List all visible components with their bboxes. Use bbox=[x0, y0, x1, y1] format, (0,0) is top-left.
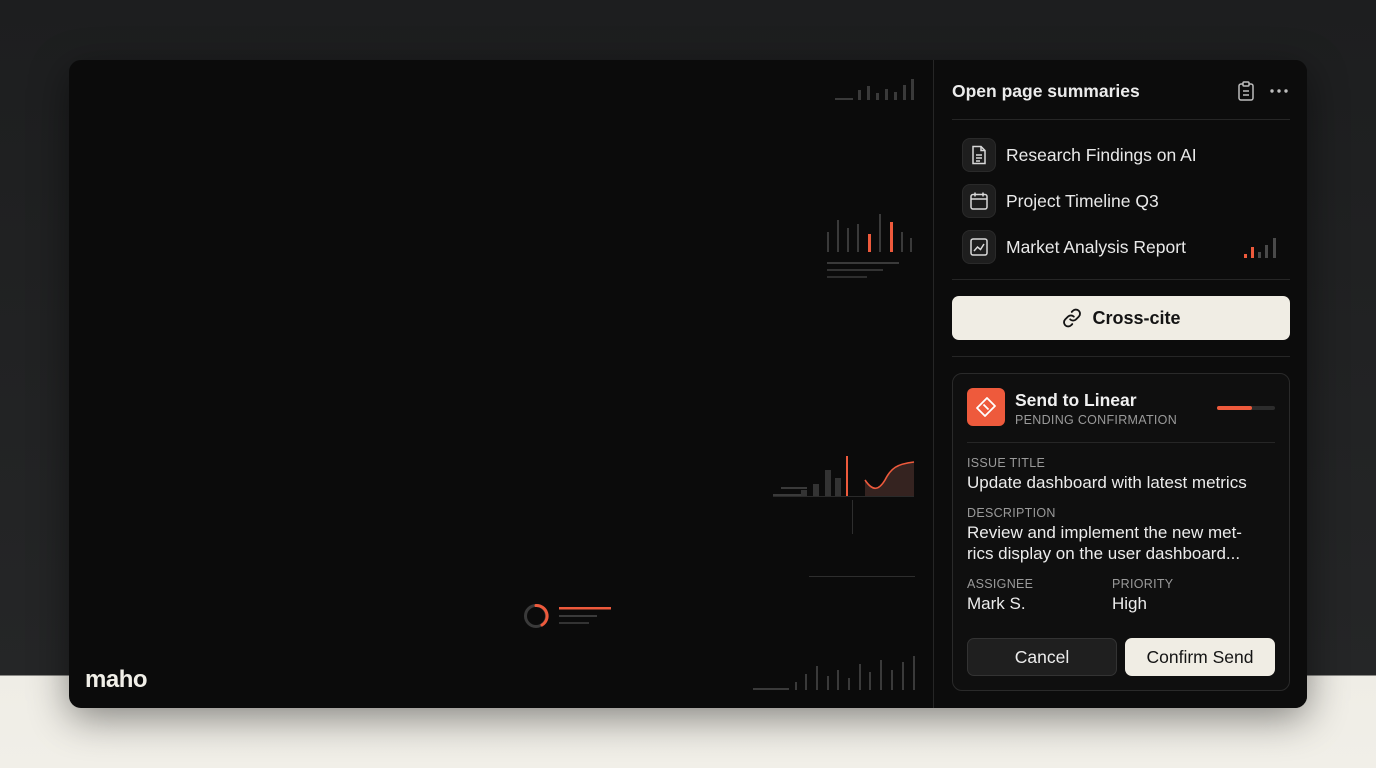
chart-icon bbox=[962, 230, 996, 264]
summary-list: Research Findings on AI Project Timeline… bbox=[962, 132, 1292, 270]
priority-label: PRIORITY bbox=[1112, 577, 1174, 591]
summary-item-market[interactable]: Market Analysis Report bbox=[962, 224, 1292, 270]
decorative-bars-bottom bbox=[753, 656, 915, 690]
send-to-linear-card: Send to Linear PENDING CONFIRMATION ISSU… bbox=[952, 373, 1290, 691]
description-line-1: Review and implement the new met- bbox=[967, 523, 1242, 542]
confirm-send-button[interactable]: Confirm Send bbox=[1125, 638, 1275, 676]
panel-title: Open page summaries bbox=[952, 81, 1140, 101]
assignee-value: Mark S. bbox=[967, 594, 1026, 613]
ticket-icon bbox=[967, 388, 1005, 426]
description-line-2: rics display on the user dashboard... bbox=[967, 544, 1241, 563]
decorative-bars-middle bbox=[827, 214, 912, 278]
decorative-area-chart bbox=[773, 456, 915, 534]
clipboard-icon[interactable] bbox=[1235, 80, 1257, 102]
brand-logo: maho bbox=[85, 666, 148, 693]
cross-cite-button[interactable]: Cross-cite bbox=[952, 296, 1290, 340]
side-panel: Open page summaries Research Findings on… bbox=[933, 60, 1307, 708]
link-icon bbox=[1063, 308, 1082, 328]
priority-value: High bbox=[1112, 594, 1147, 613]
panel-header: Open page summaries bbox=[952, 78, 1290, 120]
decorative-line bbox=[809, 576, 915, 577]
summary-label: Market Analysis Report bbox=[1006, 236, 1186, 257]
more-icon[interactable] bbox=[1268, 80, 1290, 102]
app-window: maho Open page summaries Research Findin… bbox=[69, 60, 1307, 708]
divider bbox=[952, 279, 1290, 280]
decorative-spinner bbox=[524, 604, 611, 628]
summary-item-timeline[interactable]: Project Timeline Q3 bbox=[962, 178, 1292, 224]
calendar-icon bbox=[962, 184, 996, 218]
linear-status: PENDING CONFIRMATION bbox=[1015, 413, 1178, 427]
cancel-button[interactable]: Cancel bbox=[967, 638, 1117, 676]
summary-label: Research Findings on AI bbox=[1006, 144, 1197, 165]
decorative-bars-top bbox=[835, 79, 914, 100]
divider bbox=[967, 442, 1275, 443]
issue-title-value: Update dashboard with latest metrics bbox=[967, 473, 1247, 492]
main-canvas: maho bbox=[69, 60, 933, 708]
progress-fill bbox=[1217, 406, 1252, 410]
progress-bar bbox=[1217, 406, 1275, 410]
cross-cite-label: Cross-cite bbox=[1092, 307, 1181, 328]
summary-item-research[interactable]: Research Findings on AI bbox=[962, 132, 1292, 178]
issue-title-label: ISSUE TITLE bbox=[967, 456, 1046, 470]
divider bbox=[952, 356, 1290, 357]
description-label: DESCRIPTION bbox=[967, 506, 1056, 520]
mini-bars-icon bbox=[1244, 238, 1276, 258]
document-icon bbox=[962, 138, 996, 172]
assignee-label: ASSIGNEE bbox=[967, 577, 1034, 591]
summary-label: Project Timeline Q3 bbox=[1006, 190, 1159, 211]
linear-title: Send to Linear bbox=[1015, 390, 1137, 410]
